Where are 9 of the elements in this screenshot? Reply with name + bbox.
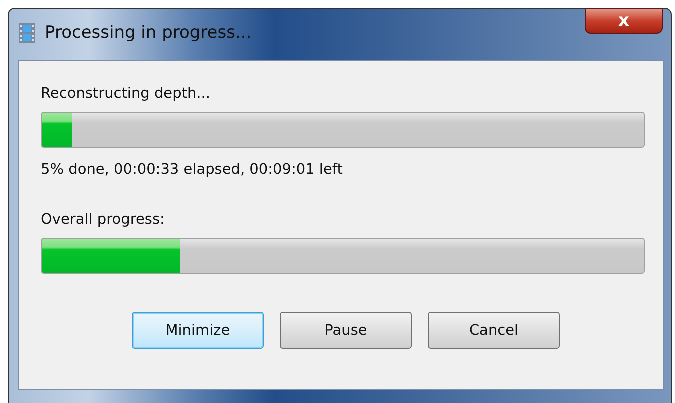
dialog-button[interactable]: Cancel — [428, 312, 560, 349]
close-button[interactable]: x — [585, 8, 663, 34]
task-label: Reconstructing depth... — [41, 86, 212, 102]
status-text: 5% done, 00:00:33 elapsed, 00:09:01 left — [41, 162, 344, 178]
film-icon — [19, 22, 35, 42]
dialog-button[interactable]: Minimize — [132, 312, 264, 349]
overall-label: Overall progress: — [41, 212, 166, 228]
window-title: Processing in progress... — [45, 22, 252, 42]
dialog-button[interactable]: Pause — [280, 312, 412, 349]
